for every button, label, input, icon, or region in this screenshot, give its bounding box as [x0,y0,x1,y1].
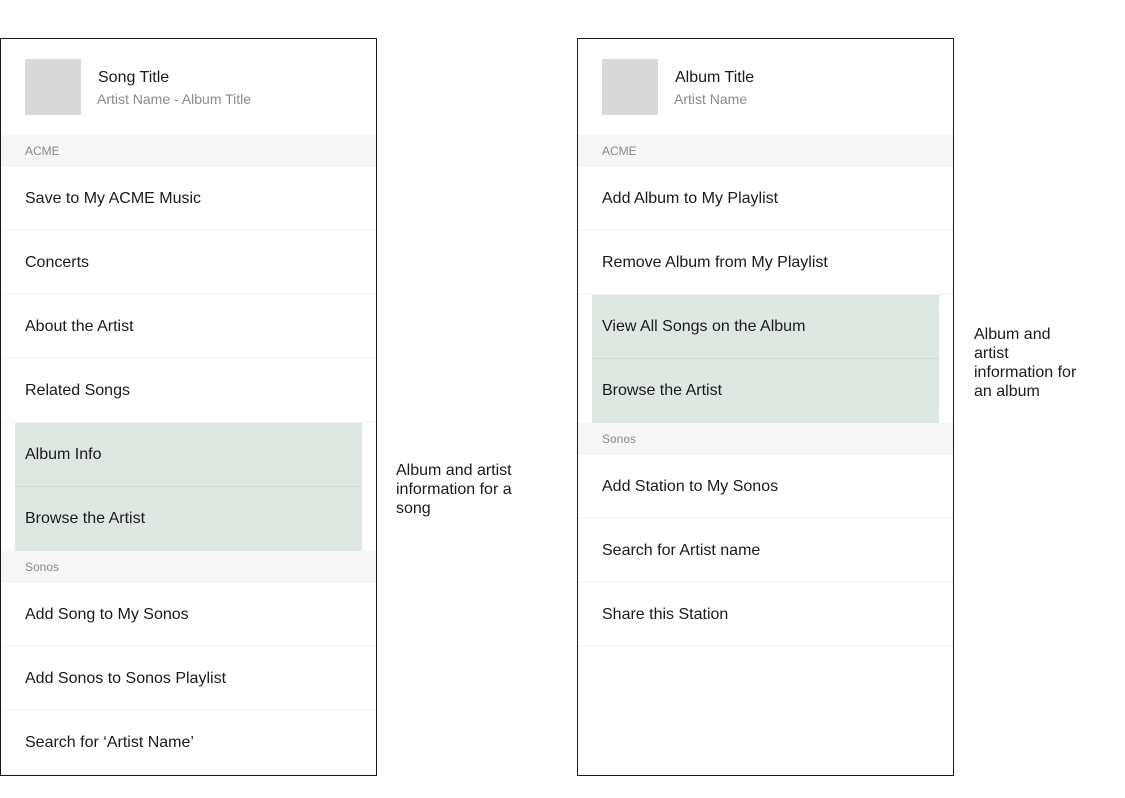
menu-item-about-artist[interactable]: About the Artist [1,295,376,359]
menu-item-search-artist[interactable]: Search for ‘Artist Name’ [1,711,376,775]
menu-item-search-artist-name[interactable]: Search for Artist name [578,519,953,583]
menu-item-add-album-to-playlist[interactable]: Add Album to My Playlist [578,167,953,231]
menu-item-save-to-acme[interactable]: Save to My ACME Music [1,167,376,231]
album-menu-panel: Album Title Artist Name ACME Add Album t… [577,38,954,776]
annotation-album: Album and artist information for an albu… [974,326,1077,400]
album-title: Album Title [675,69,755,86]
menu-item-add-to-sonos-playlist[interactable]: Add Sonos to Sonos Playlist [1,647,376,711]
song-subtitle: Artist Name - Album Title [97,91,252,107]
album-art-thumbnail [25,59,81,115]
menu-item-share-station[interactable]: Share this Station [578,583,953,647]
album-subtitle: Artist Name [674,91,748,107]
section-header-acme: ACME [578,135,953,167]
album-header: Album Title Artist Name [578,39,953,135]
annotation-song: Album and artist information for a song [396,462,512,517]
section-header-sonos: Sonos [578,423,953,455]
menu-item-browse-artist[interactable]: Browse the Artist [15,487,362,551]
menu-item-view-all-songs[interactable]: View All Songs on the Album [592,295,939,359]
menu-item-concerts[interactable]: Concerts [1,231,376,295]
menu-item-add-station-to-sonos[interactable]: Add Station to My Sonos [578,455,953,519]
menu-item-related-songs[interactable]: Related Songs [1,359,376,423]
song-title: Song Title [98,69,170,86]
song-header: Song Title Artist Name - Album Title [1,39,376,135]
song-menu-panel: Song Title Artist Name - Album Title ACM… [0,38,377,776]
section-header-acme: ACME [1,135,376,167]
section-header-sonos: Sonos [1,551,376,583]
menu-item-add-song-to-sonos[interactable]: Add Song to My Sonos [1,583,376,647]
menu-item-browse-artist[interactable]: Browse the Artist [592,359,939,423]
menu-item-album-info[interactable]: Album Info [15,423,362,487]
album-art-thumbnail [602,59,658,115]
menu-item-remove-album-from-playlist[interactable]: Remove Album from My Playlist [578,231,953,295]
